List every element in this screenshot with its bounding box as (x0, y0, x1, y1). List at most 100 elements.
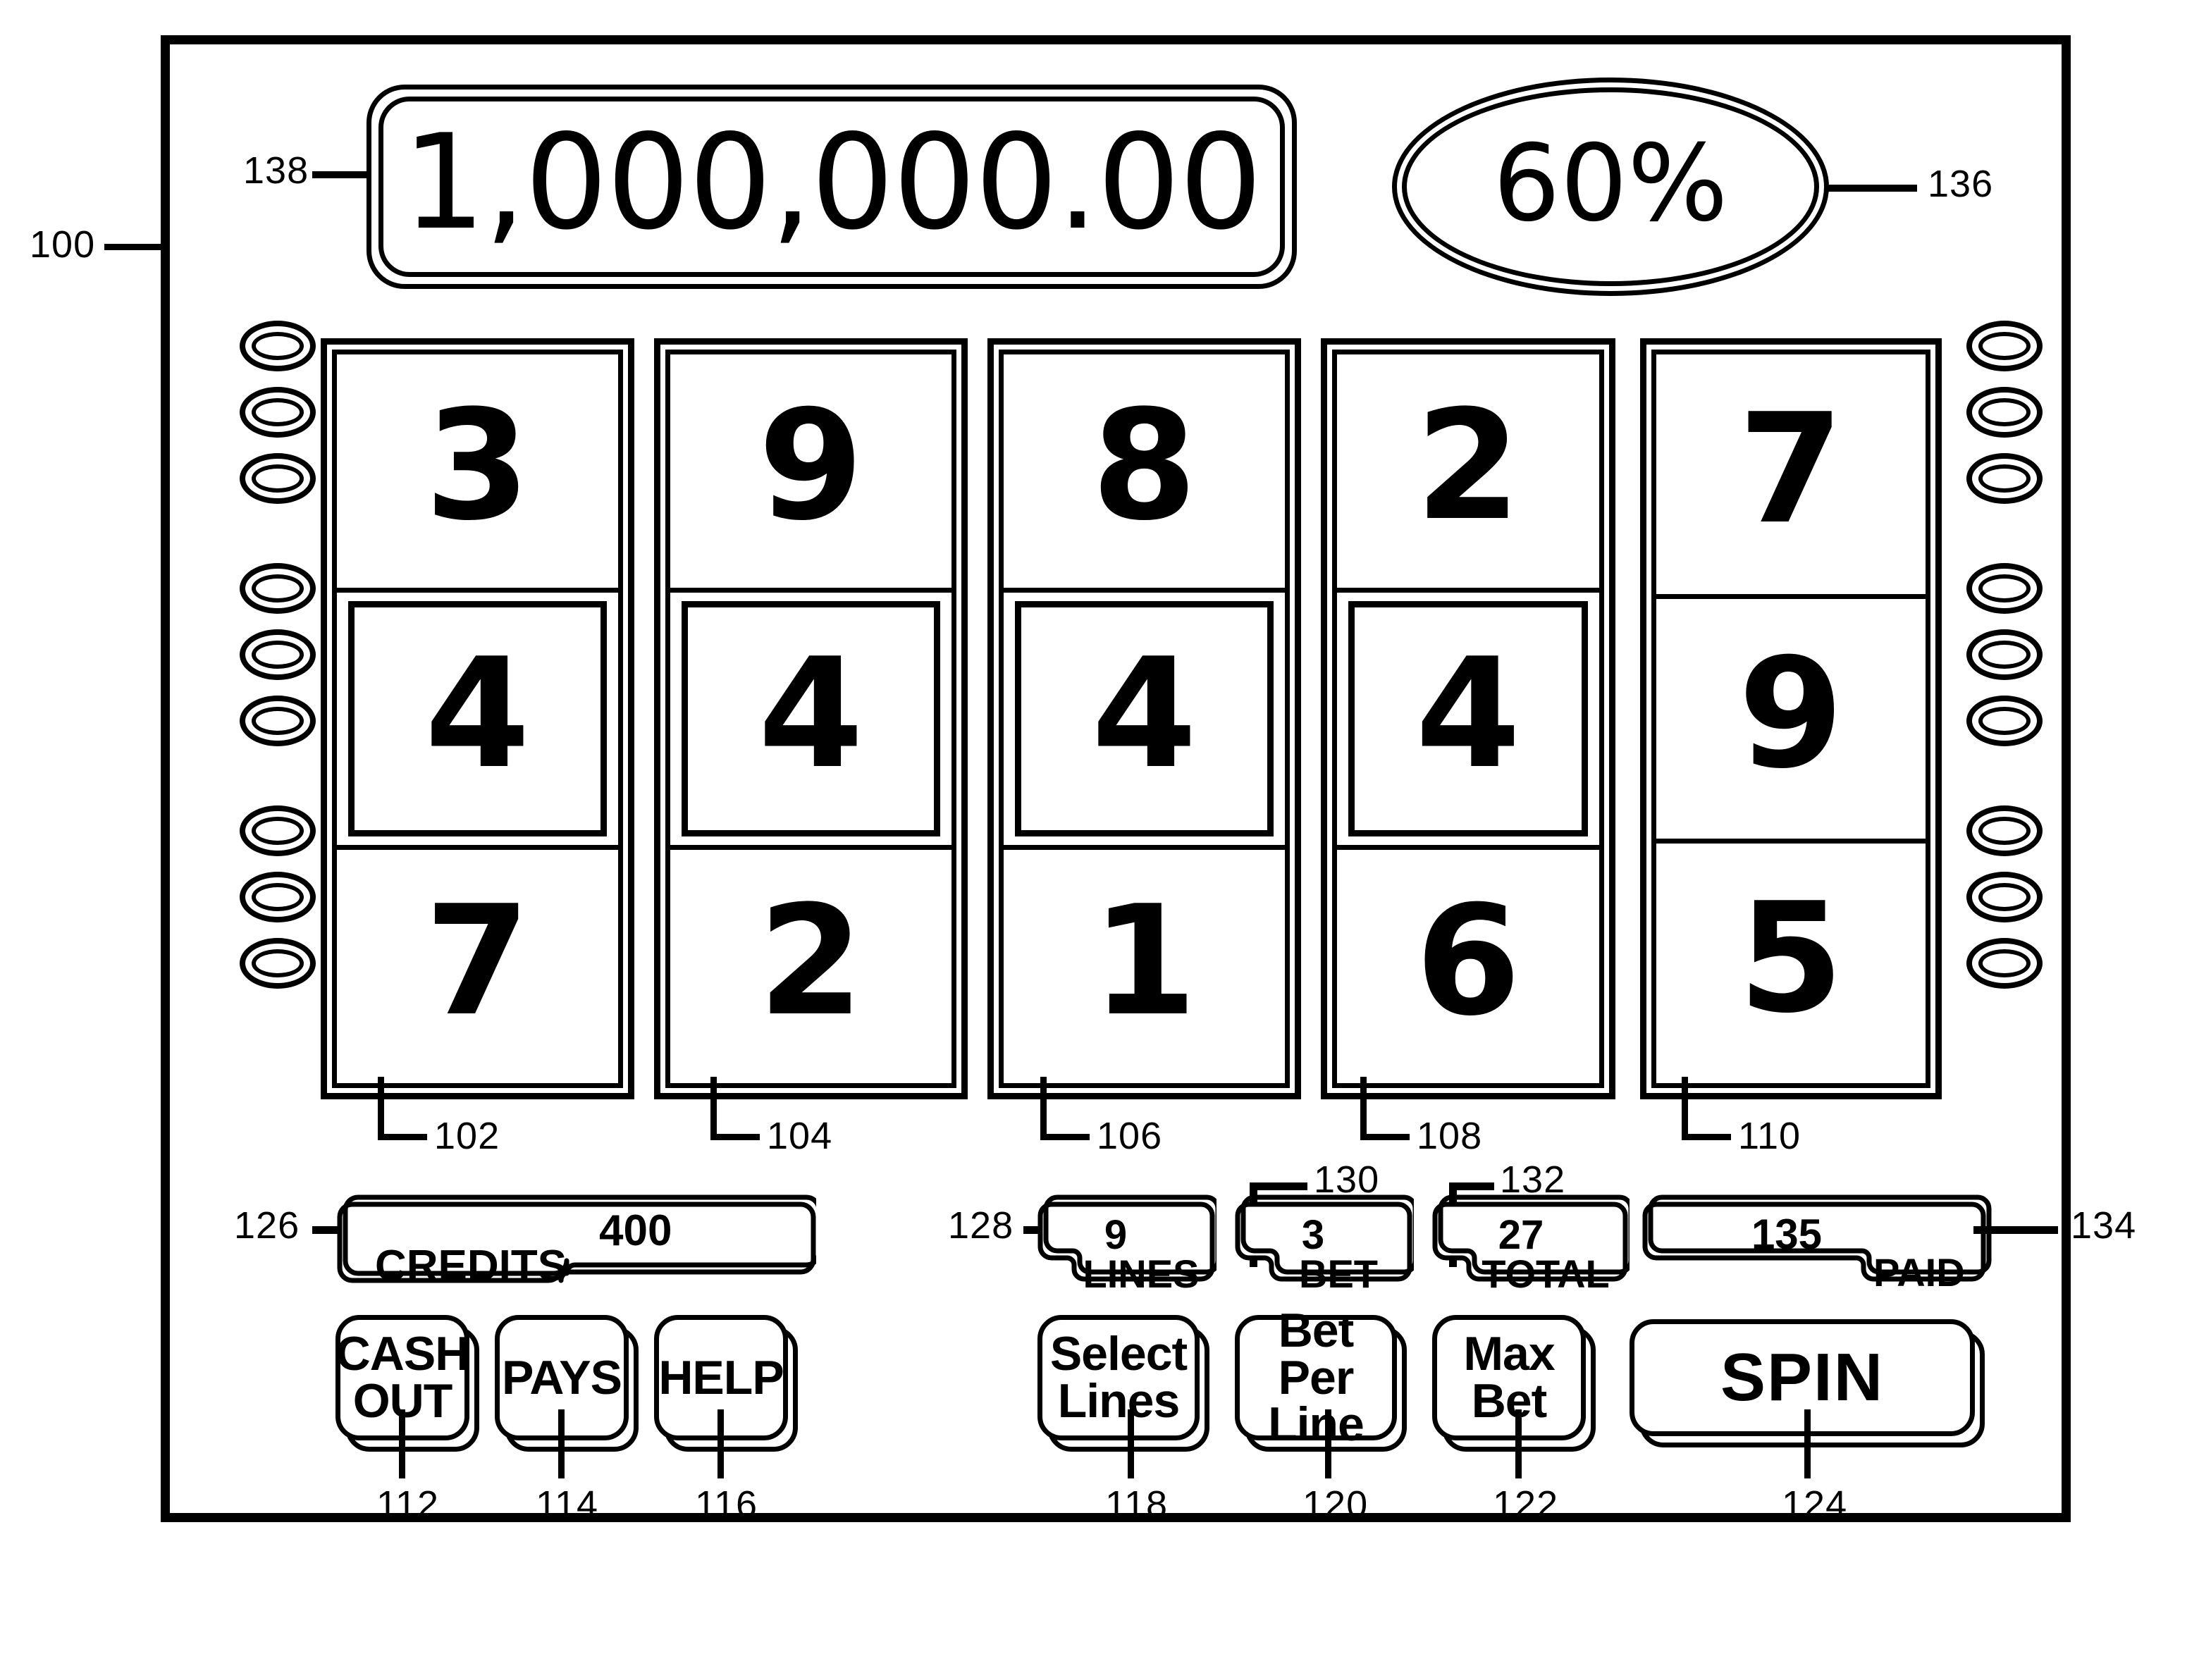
reel-symbol: 7 (1738, 380, 1844, 557)
leader-line-110-vert (1682, 1077, 1688, 1140)
ref-label-122: 122 (1493, 1483, 1559, 1526)
reel-5[interactable]: 7 9 5 (1640, 338, 1942, 1099)
credit-meter-display: 1,000,000.00 (366, 85, 1297, 289)
help-button-label: HELP (658, 1350, 784, 1404)
reel-4-cell-top: 2 (1337, 354, 1599, 593)
reel-symbol: 4 (758, 624, 864, 802)
reel-2-cell-bottom: 2 (670, 850, 951, 1083)
credits-meter-value: 400 (599, 1206, 672, 1255)
reel-symbol: 3 (424, 376, 531, 554)
ref-label-102: 102 (434, 1115, 500, 1157)
ref-label-138: 138 (243, 149, 309, 192)
credit-meter-frame: 1,000,000.00 (378, 97, 1285, 277)
leader-line-136 (1825, 185, 1917, 192)
reel-1[interactable]: 3 4 7 (321, 338, 634, 1099)
reel-5-cell-bottom: 5 (1656, 844, 1926, 1083)
leader-line-104-vert (710, 1077, 717, 1140)
reel-symbol: 5 (1738, 869, 1844, 1046)
lamp-indicator[interactable] (1966, 453, 2043, 504)
reel-3-cell-middle: 4 (1004, 593, 1285, 851)
bet-meter-label: BET (1299, 1252, 1378, 1296)
leader-line-124 (1804, 1409, 1811, 1478)
lamp-indicator[interactable] (1966, 696, 2043, 746)
reel-symbol: 4 (424, 624, 531, 802)
ref-label-108: 108 (1417, 1115, 1483, 1157)
credits-meter: CREDITS 400 (337, 1186, 822, 1290)
paid-meter: 135 PAID (1641, 1186, 1993, 1295)
lamp-indicator[interactable] (1966, 563, 2043, 614)
max-bet-button-label: Max Bet (1463, 1327, 1555, 1428)
reel-2-cell-top: 9 (670, 354, 951, 593)
spin-button-label: SPIN (1720, 1339, 1885, 1415)
reel-1-cell-bottom: 7 (337, 850, 618, 1083)
leader-line-114 (558, 1409, 565, 1478)
reel-symbol: 2 (758, 872, 864, 1050)
lamp-indicator[interactable] (1966, 805, 2043, 856)
max-bet-button[interactable]: Max Bet (1432, 1315, 1596, 1452)
leader-line-112 (399, 1409, 405, 1478)
bet-per-line-button-label: Bet Per Line (1268, 1304, 1365, 1452)
lamp-indicator[interactable] (240, 387, 316, 438)
reel-4-cell-bottom: 6 (1337, 850, 1599, 1083)
ref-label-134: 134 (2071, 1204, 2137, 1247)
reel-3-cell-bottom: 1 (1004, 850, 1285, 1083)
leader-line-102-horz (378, 1134, 427, 1140)
payback-percentage-display: 60% (1392, 78, 1829, 296)
lamp-indicator[interactable] (240, 629, 316, 680)
lamp-indicator[interactable] (1966, 938, 2043, 989)
lamp-indicator[interactable] (240, 453, 316, 504)
leader-line-108-horz (1360, 1134, 1410, 1140)
reel-3-cell-top: 8 (1004, 354, 1285, 593)
leader-line-118 (1128, 1409, 1134, 1478)
reel-3-frame: 8 4 1 (999, 350, 1290, 1088)
button-face: SPIN (1630, 1319, 1975, 1436)
lines-meter: 9 LINES (1036, 1186, 1221, 1296)
reel-5-cell-top: 7 (1656, 354, 1926, 599)
ref-label-100: 100 (30, 223, 96, 266)
leader-line-104-horz (710, 1134, 760, 1140)
credit-meter-value: 1,000,000.00 (402, 106, 1262, 259)
reel-2-frame: 9 4 2 (665, 350, 956, 1088)
lamp-indicator[interactable] (240, 321, 316, 371)
reel-symbol: 4 (1415, 624, 1521, 802)
reel-3[interactable]: 8 4 1 (987, 338, 1301, 1099)
lamp-column-right (1966, 321, 2044, 1004)
lamp-indicator[interactable] (240, 872, 316, 922)
spin-button[interactable]: SPIN (1630, 1319, 1985, 1447)
reel-4[interactable]: 2 4 6 (1321, 338, 1615, 1099)
leader-line-120 (1325, 1409, 1331, 1478)
lamp-indicator[interactable] (1966, 872, 2043, 922)
lamp-indicator[interactable] (240, 938, 316, 989)
ref-label-136: 136 (1928, 163, 1994, 205)
reel-array: 3 4 7 9 4 2 8 4 1 2 4 6 7 9 5 (321, 338, 1942, 1099)
button-face: Max Bet (1432, 1315, 1586, 1440)
lamp-indicator[interactable] (1966, 321, 2043, 371)
leader-line-110-horz (1682, 1134, 1731, 1140)
lamp-indicator[interactable] (1966, 629, 2043, 680)
paid-meter-label: PAID (1873, 1250, 1965, 1295)
reel-1-cell-middle: 4 (337, 593, 618, 851)
reel-5-frame: 7 9 5 (1651, 350, 1930, 1088)
select-lines-button[interactable]: Select Lines (1037, 1315, 1209, 1452)
reel-4-cell-middle: 4 (1337, 593, 1599, 851)
pays-button-label: PAYS (502, 1350, 622, 1404)
reel-1-frame: 3 4 7 (332, 350, 623, 1088)
reel-2[interactable]: 9 4 2 (654, 338, 968, 1099)
leader-line-102-vert (378, 1077, 384, 1140)
ref-label-116: 116 (695, 1483, 758, 1526)
select-lines-button-label: Select Lines (1049, 1327, 1188, 1428)
button-face: Select Lines (1037, 1315, 1200, 1440)
lamp-indicator[interactable] (240, 696, 316, 746)
bet-per-line-button[interactable]: Bet Per Line (1235, 1307, 1407, 1452)
lamp-indicator[interactable] (240, 805, 316, 856)
ref-label-112: 112 (376, 1483, 440, 1526)
ref-label-118: 118 (1105, 1483, 1169, 1526)
ref-label-106: 106 (1097, 1115, 1163, 1157)
reel-symbol: 8 (1091, 376, 1197, 554)
lamp-indicator[interactable] (1966, 387, 2043, 438)
leader-line-108-vert (1360, 1077, 1367, 1140)
lamp-indicator[interactable] (240, 563, 316, 614)
reel-symbol: 4 (1091, 624, 1197, 802)
reel-2-cell-middle: 4 (670, 593, 951, 851)
total-meter: 27 TOTAL (1431, 1186, 1634, 1296)
